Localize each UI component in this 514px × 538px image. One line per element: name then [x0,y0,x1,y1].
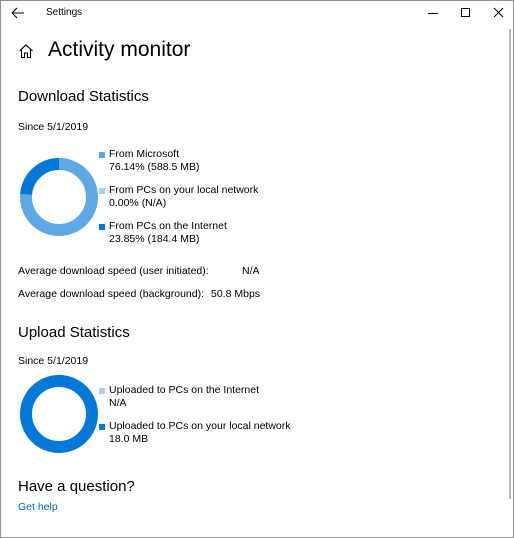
back-arrow-icon[interactable] [9,5,27,21]
download-section-title: Download Statistics [18,88,149,105]
legend-label: Uploaded to PCs on your local network [109,420,291,432]
legend-label: From Microsoft [109,148,180,160]
avg-speed-user-value: N/A [242,265,260,277]
legend-item-local-network: From PCs on your local network 0.00% (N/… [99,184,359,214]
legend-swatch [99,152,105,158]
upload-donut-slice-1 [20,375,98,453]
page-title: Activity monitor [48,38,191,61]
get-help-link[interactable]: Get help [18,501,58,513]
help-title: Have a question? [18,478,135,495]
upload-since-date: Since 5/1/2019 [18,355,89,367]
legend-label: Uploaded to PCs on the Internet [109,384,260,396]
download-since-date: Since 5/1/2019 [18,121,89,133]
legend-label: From PCs on the Internet [109,220,227,232]
settings-window: Settings Activity monitor Download Stati… [0,0,514,538]
upload-donut-chart [20,375,98,453]
legend-value: 0.00% (N/A) [109,197,167,209]
minimize-icon [428,13,438,14]
maximize-button[interactable] [449,1,483,25]
legend-value: 23.85% (184.4 MB) [109,233,200,245]
maximize-icon [461,8,470,17]
legend-swatch [99,388,105,394]
download-donut-chart [20,158,98,236]
legend-item-from-microsoft: From Microsoft 76.14% (588.5 MB) [99,148,359,178]
legend-swatch [99,188,105,194]
upload-section-title: Upload Statistics [18,324,130,341]
close-button[interactable] [482,1,513,25]
legend-label: From PCs on your local network [109,184,259,196]
avg-speed-user-label: Average download speed (user initiated): [18,265,209,277]
avg-speed-background-value: 50.8 Mbps [211,288,261,300]
window-title: Settings [46,7,83,18]
legend-value: 76.14% (588.5 MB) [109,161,200,173]
legend-swatch [99,224,105,230]
scrollbar[interactable] [509,29,511,499]
legend-value: 18.0 MB [109,433,149,445]
avg-speed-background-label: Average download speed (background): [18,288,205,300]
legend-item-upload-local: Uploaded to PCs on your local network 18… [99,420,359,450]
legend-swatch [99,424,105,430]
legend-value: N/A [109,397,127,409]
close-icon [493,7,504,18]
title-bar: Settings [1,1,513,25]
legend-item-upload-internet: Uploaded to PCs on the Internet N/A [99,384,359,414]
home-icon[interactable] [18,43,34,59]
minimize-button[interactable] [416,1,450,25]
legend-item-internet: From PCs on the Internet 23.85% (184.4 M… [99,220,359,250]
